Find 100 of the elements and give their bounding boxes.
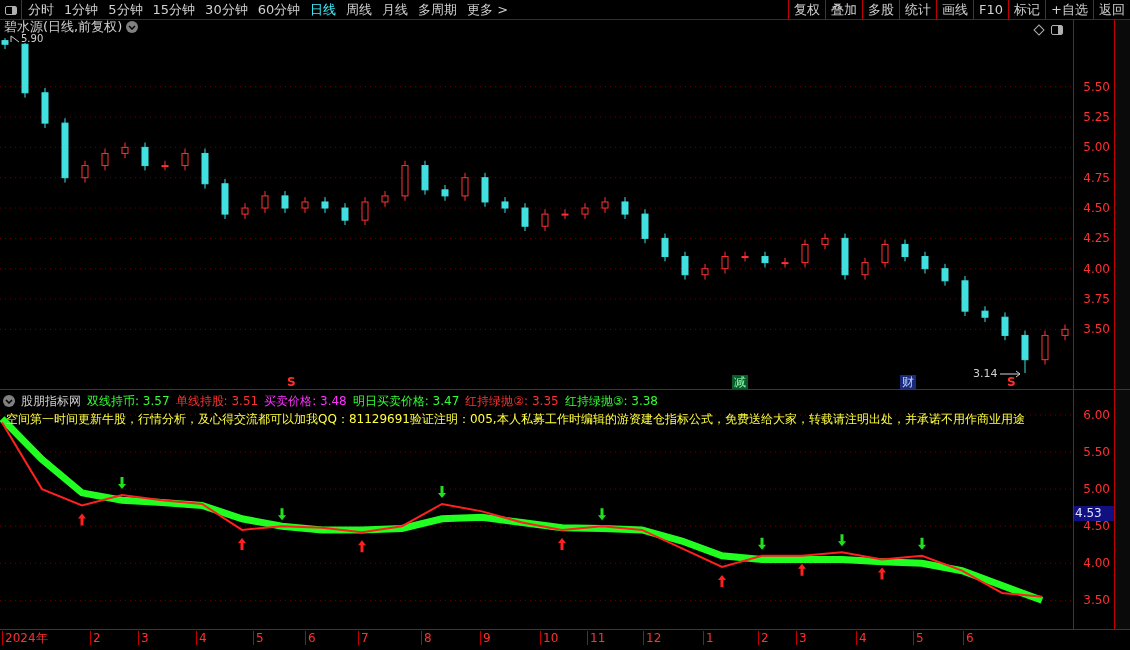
dropdown-icon[interactable] [3,395,15,407]
axis-label: 4.25 [1083,232,1110,245]
axis-label: 5.50 [1083,80,1110,93]
down-arrow-icon [838,534,846,547]
axis-label: 4.75 [1083,171,1110,184]
up-arrow-icon [238,537,246,550]
axis-label: 8 [421,631,432,645]
candlestick [441,184,449,202]
candlestick [621,196,629,220]
legend-item: 明日买卖价格: 3.47 [352,393,460,410]
up-arrow-icon [718,575,726,587]
candlestick [341,202,349,226]
candlestick [261,190,269,214]
axis-label: 3.75 [1083,293,1110,305]
toolbar-button[interactable]: 叠加 [825,0,863,20]
axis-label: 11 [587,631,606,645]
toolbar-button[interactable]: 多股 [862,0,900,20]
axis-label: 5.25 [1083,111,1110,124]
toolbar-button[interactable]: 画线 [936,0,974,20]
candlestick [281,190,289,214]
candlestick [541,208,549,232]
candlestick [461,172,469,202]
legend-item: 买卖价格: 3.48 [264,393,347,410]
candlestick [81,160,89,184]
candlestick [901,239,909,262]
axis-label: 1 [703,631,714,645]
candlestick [361,196,369,226]
period-tab[interactable]: 更多 > [467,0,509,20]
candlestick [221,178,229,220]
period-tab[interactable]: 月线 [382,0,409,20]
candlestick [781,257,789,268]
candlestick [921,251,929,275]
candlestick [861,257,869,281]
candlestick [21,42,29,99]
axis-label: 6 [963,631,974,645]
candlestick [941,263,949,287]
toolbar-button[interactable]: +自选 [1045,0,1093,20]
period-tab[interactable]: 30分钟 [205,0,248,20]
candlestick [401,160,409,202]
axis-label: 4.00 [1083,262,1110,275]
low-price-label: 3.14 [973,366,998,382]
candlestick [761,251,769,268]
candlestick [801,239,809,268]
axis-label: 9 [480,631,491,645]
axis-label: 2024年 [2,631,48,645]
period-tab[interactable]: 60分钟 [257,0,301,20]
period-tab[interactable]: 5分钟 [108,0,143,20]
signal-marker: 减 [732,375,748,389]
period-tab[interactable]: 分时 [28,0,54,20]
axis-label: 5.00 [1083,141,1110,154]
candlestick [301,196,309,214]
candlestick [181,148,189,171]
period-tab[interactable]: 日线 [310,0,337,20]
candlestick [881,239,889,268]
dropdown-icon[interactable] [126,21,139,33]
up-arrow-icon [358,540,366,553]
candlestick [521,202,529,232]
period-tab[interactable]: 多周期 [418,0,458,20]
down-arrow-icon [438,485,446,498]
axis-label: 2 [90,631,101,645]
axis-label: 4.50 [1083,202,1110,215]
axis-label: 6 [305,631,316,645]
axis-label: 4 [856,631,867,645]
candlestick [241,202,249,220]
legend-item: 双线持币: 3.57 [87,393,170,410]
down-arrow-icon [598,508,606,521]
candlestick [661,233,669,262]
signal-marker: S [287,375,296,389]
candlestick [321,196,329,214]
legend-item: 红持绿抛③: 3.38 [564,393,658,410]
axis-label: 3 [796,631,807,645]
toolbar-button[interactable]: F10 [973,0,1009,20]
axis-label: 5.00 [1083,483,1110,496]
candlestick [601,196,609,214]
candlestick [421,160,429,196]
signal-marker: S [1007,375,1016,389]
axis-label: 7 [358,631,369,645]
candlestick [501,196,509,214]
period-tab[interactable]: 周线 [346,0,373,20]
candlestick [721,251,729,275]
axis-label: 6.00 [1083,409,1110,421]
up-arrow-icon [878,567,886,580]
toolbar-button[interactable]: 复权 [788,0,826,20]
up-arrow-icon [78,513,86,526]
candlestick [641,208,649,244]
candlestick [381,190,389,208]
down-arrow-icon [758,537,766,550]
period-tab[interactable]: 1分钟 [64,0,99,20]
down-arrow-icon [918,537,926,550]
axis-label: 3.50 [1083,594,1110,607]
toolbar-button[interactable]: 统计 [899,0,937,20]
signal-marker: 财 [900,375,916,389]
candlestick [121,142,129,159]
axis-label: 10 [540,631,559,645]
down-arrow-icon [118,477,126,490]
arrow-icon [999,370,1022,379]
period-tab[interactable]: 15分钟 [152,0,196,20]
panel-toggle-icon[interactable] [1051,25,1063,35]
toolbar-button[interactable]: 标记 [1008,0,1046,20]
candlestick [821,233,829,250]
